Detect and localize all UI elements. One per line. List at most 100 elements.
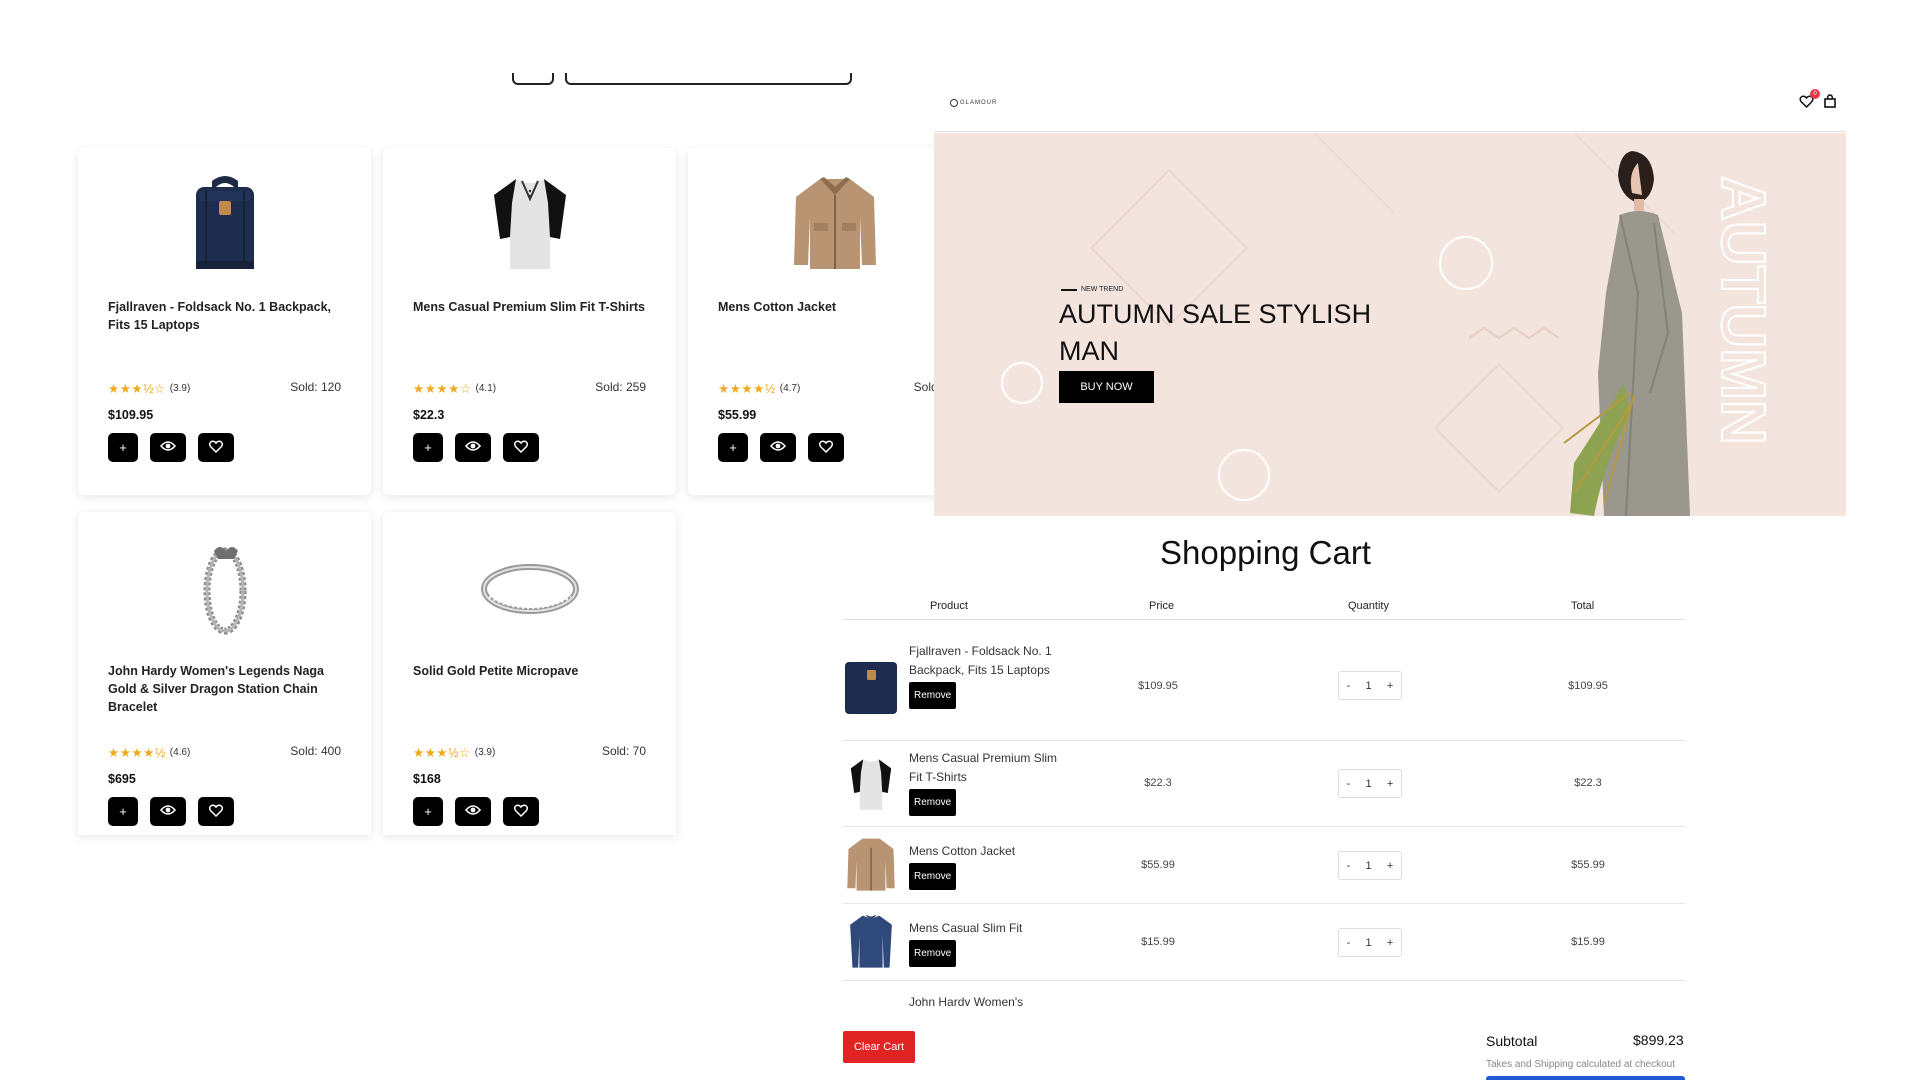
product-rating: ★★★½☆ (3.9) [108, 381, 190, 396]
star-rating-icons: ★★★½☆ [413, 746, 471, 760]
cart-item-info: Fjallraven - Foldsack No. 1 Backpack, Fi… [909, 642, 1059, 709]
qty-value: 1 [1365, 777, 1372, 790]
product-price: $695 [108, 772, 136, 786]
product-rating: ★★★½☆ (3.9) [413, 745, 495, 760]
decrease-qty-button[interactable]: - [1347, 778, 1351, 790]
cart-row: Fjallraven - Foldsack No. 1 Backpack, Fi… [843, 635, 1685, 741]
product-title[interactable]: Mens Casual Premium Slim Fit T-Shirts [413, 298, 652, 316]
hero-banner: NEW TREND AUTUMN SALE STYLISH MAN BUY NO… [934, 133, 1846, 516]
top-filter-fragment-left[interactable] [512, 73, 554, 85]
product-card[interactable]: John Hardy Women's Legends Naga Gold & S… [78, 512, 371, 835]
card-actions: + [413, 797, 539, 826]
product-card[interactable]: Fjallraven - Foldsack No. 1 Backpack, Fi… [78, 148, 371, 495]
banner-headline: AUTUMN SALE STYLISH MAN [1059, 296, 1399, 370]
site-header: GLAMOUR 0 [934, 80, 1846, 132]
wishlist-button[interactable] [808, 433, 844, 462]
decrease-qty-button[interactable]: - [1347, 680, 1351, 692]
sold-count: Sold: 70 [601, 744, 646, 758]
quantity-stepper: - 1 + [1338, 671, 1402, 700]
cart-item-name[interactable]: John Hardy Women's [909, 995, 1023, 1006]
qty-value: 1 [1365, 936, 1372, 949]
card-actions: + [108, 797, 234, 826]
star-rating-icons: ★★★★☆ [413, 382, 472, 396]
rating-value: (4.6) [169, 747, 191, 758]
product-image [78, 168, 371, 278]
quantity-stepper: - 1 + [1338, 769, 1402, 798]
clear-cart-button[interactable]: Clear Cart [843, 1031, 915, 1063]
remove-button[interactable]: Remove [909, 940, 957, 967]
add-to-cart-button[interactable]: + [413, 433, 443, 462]
cart-row-partial: John Hardy Women's [909, 993, 1023, 1006]
product-title[interactable]: John Hardy Women's Legends Naga Gold & S… [108, 662, 347, 716]
cart-item-image [843, 657, 898, 715]
wishlist-link[interactable]: 0 [1799, 89, 1820, 112]
add-to-cart-button[interactable]: + [108, 433, 138, 462]
cart-item-image [843, 835, 898, 893]
wishlist-button[interactable] [198, 797, 234, 826]
logo-mark-icon [950, 99, 958, 107]
cart-row: Mens Cotton Jacket Remove $55.99 - 1 + $… [843, 827, 1685, 904]
card-actions: + [108, 433, 234, 462]
rating-value: (3.9) [474, 747, 496, 758]
product-price: $55.99 [718, 408, 757, 422]
product-title[interactable]: Solid Gold Petite Micropave [413, 662, 652, 680]
decrease-qty-button[interactable]: - [1347, 860, 1351, 872]
qty-value: 1 [1365, 679, 1372, 692]
increase-qty-button[interactable]: + [1387, 778, 1393, 790]
wishlist-button[interactable] [503, 433, 539, 462]
product-title[interactable]: Fjallraven - Foldsack No. 1 Backpack, Fi… [108, 298, 347, 334]
quick-view-button[interactable] [150, 433, 186, 462]
wishlist-button[interactable] [198, 433, 234, 462]
cart-item-total: $109.95 [1568, 680, 1608, 692]
star-rating-icons: ★★★★½ [718, 382, 776, 396]
cart-item-total: $55.99 [1571, 859, 1605, 871]
cart-item-name[interactable]: Mens Cotton Jacket [909, 842, 1059, 861]
decrease-qty-button[interactable]: - [1347, 937, 1351, 949]
product-rating: ★★★★½ (4.7) [718, 381, 800, 396]
cart-item-name[interactable]: Fjallraven - Foldsack No. 1 Backpack, Fi… [909, 642, 1059, 680]
product-image [383, 532, 676, 642]
product-card[interactable]: Solid Gold Petite Micropave ★★★½☆ (3.9) S… [383, 512, 676, 835]
add-to-cart-button[interactable]: + [413, 797, 443, 826]
quick-view-button[interactable] [455, 797, 491, 826]
cart-item-price: $22.3 [1144, 777, 1172, 789]
card-actions: + [718, 433, 844, 462]
product-title[interactable]: Mens Cotton Jacket [718, 298, 957, 316]
subtotal-value: $899.23 [1633, 1032, 1684, 1048]
cart-item-name[interactable]: Mens Casual Premium Slim Fit T-Shirts [909, 749, 1059, 787]
brand-logo[interactable]: GLAMOUR [950, 99, 997, 107]
quick-view-button[interactable] [455, 433, 491, 462]
increase-qty-button[interactable]: + [1387, 860, 1393, 872]
increase-qty-button[interactable]: + [1387, 937, 1393, 949]
sold-count: Sold: 259 [595, 380, 646, 394]
remove-button[interactable]: Remove [909, 682, 957, 709]
cart-link[interactable] [1824, 94, 1836, 113]
cart-item-image [843, 755, 898, 813]
product-price: $22.3 [413, 408, 445, 422]
remove-button[interactable]: Remove [909, 863, 957, 890]
add-to-cart-button[interactable]: + [718, 433, 748, 462]
cart-table-header: Product Price Quantity Total [843, 592, 1685, 620]
buy-now-button[interactable]: BUY NOW [1059, 371, 1154, 403]
quick-view-button[interactable] [760, 433, 796, 462]
increase-qty-button[interactable]: + [1387, 680, 1393, 692]
cotton-jacket-image [793, 177, 876, 269]
product-card[interactable]: Mens Casual Premium Slim Fit T-Shirts ★★… [383, 148, 676, 495]
wishlist-count-badge: 0 [1810, 89, 1820, 99]
logo-text: GLAMOUR [960, 100, 998, 106]
eye-icon [159, 440, 177, 455]
cart-item-name[interactable]: Mens Casual Slim Fit [909, 919, 1059, 938]
checkout-button[interactable] [1486, 1076, 1685, 1080]
star-rating-icons: ★★★½☆ [108, 382, 166, 396]
wishlist-button[interactable] [503, 797, 539, 826]
remove-button[interactable]: Remove [909, 789, 957, 816]
banner-tag: NEW TREND [1061, 286, 1123, 293]
eye-icon [464, 804, 482, 819]
shopping-bag-icon [1824, 94, 1836, 112]
quick-view-button[interactable] [150, 797, 186, 826]
top-filter-fragment-right[interactable] [565, 73, 852, 85]
cart-item-info: Mens Casual Slim Fit Remove [909, 919, 1059, 967]
add-to-cart-button[interactable]: + [108, 797, 138, 826]
heart-icon [513, 803, 529, 820]
product-image [383, 168, 676, 278]
